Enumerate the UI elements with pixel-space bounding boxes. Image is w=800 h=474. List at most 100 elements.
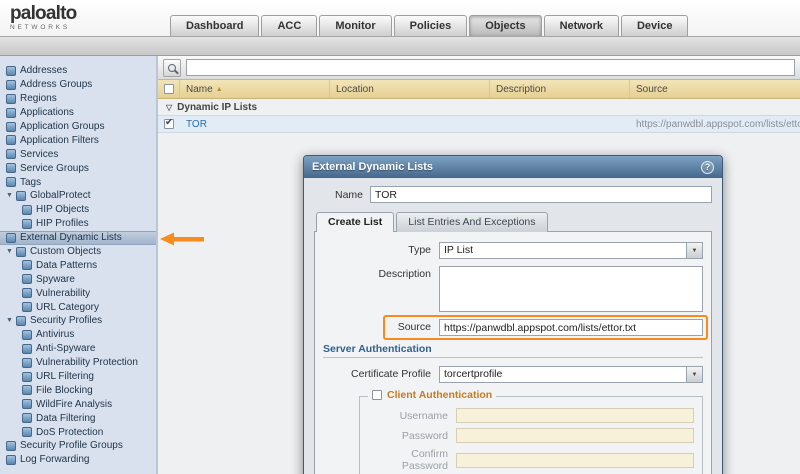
- sub-toolbar: [0, 36, 800, 56]
- password-field-disabled: [456, 428, 694, 443]
- column-header-description[interactable]: Description: [490, 80, 630, 98]
- hip-profiles-icon: [22, 219, 32, 229]
- sidebar-item-file-blocking[interactable]: File Blocking: [0, 383, 156, 397]
- sidebar-item-application-groups[interactable]: Application Groups: [0, 120, 156, 134]
- dialog-titlebar[interactable]: External Dynamic Lists ?: [304, 156, 722, 178]
- sidebar-item-security-profile-groups[interactable]: Security Profile Groups: [0, 439, 156, 453]
- sidebar-item-vulnerability-protection[interactable]: Vulnerability Protection: [0, 356, 156, 370]
- sidebar-item-log-forwarding[interactable]: Log Forwarding: [0, 453, 156, 467]
- table-group-row[interactable]: ▽ Dynamic IP Lists: [158, 99, 800, 116]
- column-header-label: Name: [186, 84, 213, 95]
- password-label: Password: [368, 430, 456, 442]
- sidebar-item-label: WildFire Analysis: [36, 399, 112, 410]
- username-field-row: Username: [368, 408, 694, 423]
- search-icon: [168, 64, 176, 72]
- tab-network[interactable]: Network: [544, 15, 619, 36]
- sidebar-item-hip-objects[interactable]: HIP Objects: [0, 203, 156, 217]
- sidebar-item-label: Data Filtering: [36, 413, 95, 424]
- sidebar-item-label: Security Profiles: [30, 315, 102, 326]
- row-checkbox[interactable]: [164, 119, 174, 129]
- table-header-row: Name ▲ Location Description Source: [158, 80, 800, 99]
- applications-icon: [6, 108, 16, 118]
- service-groups-icon: [6, 163, 16, 173]
- group-label: Dynamic IP Lists: [177, 102, 257, 113]
- column-header-name[interactable]: Name ▲: [180, 80, 330, 98]
- dos-protection-icon: [22, 427, 32, 437]
- search-input[interactable]: [186, 59, 795, 76]
- type-dropdown[interactable]: IP List ▼: [439, 242, 703, 259]
- name-field-row: Name: [314, 186, 712, 203]
- source-field-label: Source: [323, 319, 439, 336]
- sort-ascending-icon: ▲: [216, 86, 223, 93]
- sidebar-item-label: URL Category: [36, 302, 99, 313]
- type-field-row: Type IP List ▼: [323, 242, 703, 259]
- sidebar-item-external-dynamic-lists[interactable]: External Dynamic Lists: [0, 231, 156, 245]
- certificate-profile-label: Certificate Profile: [323, 366, 439, 383]
- sidebar-item-hip-profiles[interactable]: HIP Profiles: [0, 217, 156, 231]
- sidebar-item-label: External Dynamic Lists: [20, 232, 122, 243]
- sidebar-item-label: URL Filtering: [36, 371, 94, 382]
- sidebar-item-data-filtering[interactable]: Data Filtering: [0, 411, 156, 425]
- search-toolbar: [158, 56, 800, 80]
- sidebar-item-label: Custom Objects: [30, 246, 101, 257]
- table-row[interactable]: TOR https://panwdbl.appspot.com/lists/et…: [158, 116, 800, 133]
- sidebar-item-addresses[interactable]: Addresses: [0, 64, 156, 78]
- tab-create-list[interactable]: Create List: [316, 212, 394, 232]
- sidebar-item-custom-objects[interactable]: ▼ Custom Objects: [0, 245, 156, 259]
- sidebar-item-security-profiles[interactable]: ▼ Security Profiles: [0, 314, 156, 328]
- tab-monitor[interactable]: Monitor: [319, 15, 391, 36]
- tab-list-entries-and-exceptions[interactable]: List Entries And Exceptions: [396, 212, 547, 232]
- client-authentication-legend: Client Authentication: [368, 389, 496, 401]
- server-authentication-section-header: Server Authentication: [323, 343, 703, 358]
- tree-expand-icon[interactable]: ▼: [6, 317, 13, 324]
- spyware-icon: [22, 274, 32, 284]
- sidebar-item-data-patterns[interactable]: Data Patterns: [0, 258, 156, 272]
- addresses-icon: [6, 66, 16, 76]
- tab-device[interactable]: Device: [621, 15, 688, 36]
- custom-objects-icon: [16, 247, 26, 257]
- tab-policies[interactable]: Policies: [394, 15, 468, 36]
- sidebar-item-address-groups[interactable]: Address Groups: [0, 78, 156, 92]
- help-button[interactable]: ?: [701, 161, 714, 174]
- sidebar-item-antivirus[interactable]: Antivirus: [0, 328, 156, 342]
- source-field[interactable]: [439, 319, 703, 336]
- tab-objects[interactable]: Objects: [469, 15, 541, 36]
- select-all-checkbox[interactable]: [164, 84, 174, 94]
- column-header-label: Location: [336, 84, 374, 95]
- sidebar-item-label: DoS Protection: [36, 427, 103, 438]
- column-header-source[interactable]: Source: [630, 80, 800, 98]
- name-field[interactable]: [370, 186, 712, 203]
- group-collapse-icon[interactable]: ▽: [166, 103, 172, 112]
- tree-expand-icon[interactable]: ▼: [6, 248, 13, 255]
- address-groups-icon: [6, 80, 16, 90]
- sidebar-item-label: Data Patterns: [36, 260, 97, 271]
- client-authentication-checkbox[interactable]: [372, 390, 382, 400]
- sidebar-item-globalprotect[interactable]: ▼GlobalProtect: [0, 189, 156, 203]
- tab-dashboard[interactable]: Dashboard: [170, 15, 259, 36]
- sidebar-item-wildfire-analysis[interactable]: WildFire Analysis: [0, 397, 156, 411]
- certificate-profile-dropdown[interactable]: torcertprofile ▼: [439, 366, 703, 383]
- wildfire-analysis-icon: [22, 399, 32, 409]
- description-field[interactable]: [439, 266, 703, 312]
- select-all-checkbox-cell: [158, 80, 180, 98]
- search-button[interactable]: [163, 59, 181, 77]
- pan-os-window: paloalto NETWORKS DashboardACCMonitorPol…: [0, 0, 800, 474]
- sidebar-item-anti-spyware[interactable]: Anti-Spyware: [0, 342, 156, 356]
- sidebar-item-regions[interactable]: Regions: [0, 92, 156, 106]
- name-field-label: Name: [314, 189, 370, 201]
- sidebar-item-url-filtering[interactable]: URL Filtering: [0, 370, 156, 384]
- sidebar-item-vulnerability[interactable]: Vulnerability: [0, 286, 156, 300]
- log-forwarding-icon: [6, 455, 16, 465]
- column-header-location[interactable]: Location: [330, 80, 490, 98]
- sidebar-item-application-filters[interactable]: Application Filters: [0, 133, 156, 147]
- sidebar-item-dos-protection[interactable]: DoS Protection: [0, 425, 156, 439]
- sidebar-item-service-groups[interactable]: Service Groups: [0, 161, 156, 175]
- tree-expand-icon[interactable]: ▼: [6, 192, 13, 199]
- sidebar-item-url-category[interactable]: URL Category: [0, 300, 156, 314]
- sidebar-item-services[interactable]: Services: [0, 147, 156, 161]
- sidebar-item-applications[interactable]: Applications: [0, 106, 156, 120]
- sidebar-item-spyware[interactable]: Spyware: [0, 272, 156, 286]
- tab-acc[interactable]: ACC: [261, 15, 317, 36]
- row-name-link[interactable]: TOR: [180, 119, 330, 130]
- sidebar-item-tags[interactable]: Tags: [0, 175, 156, 189]
